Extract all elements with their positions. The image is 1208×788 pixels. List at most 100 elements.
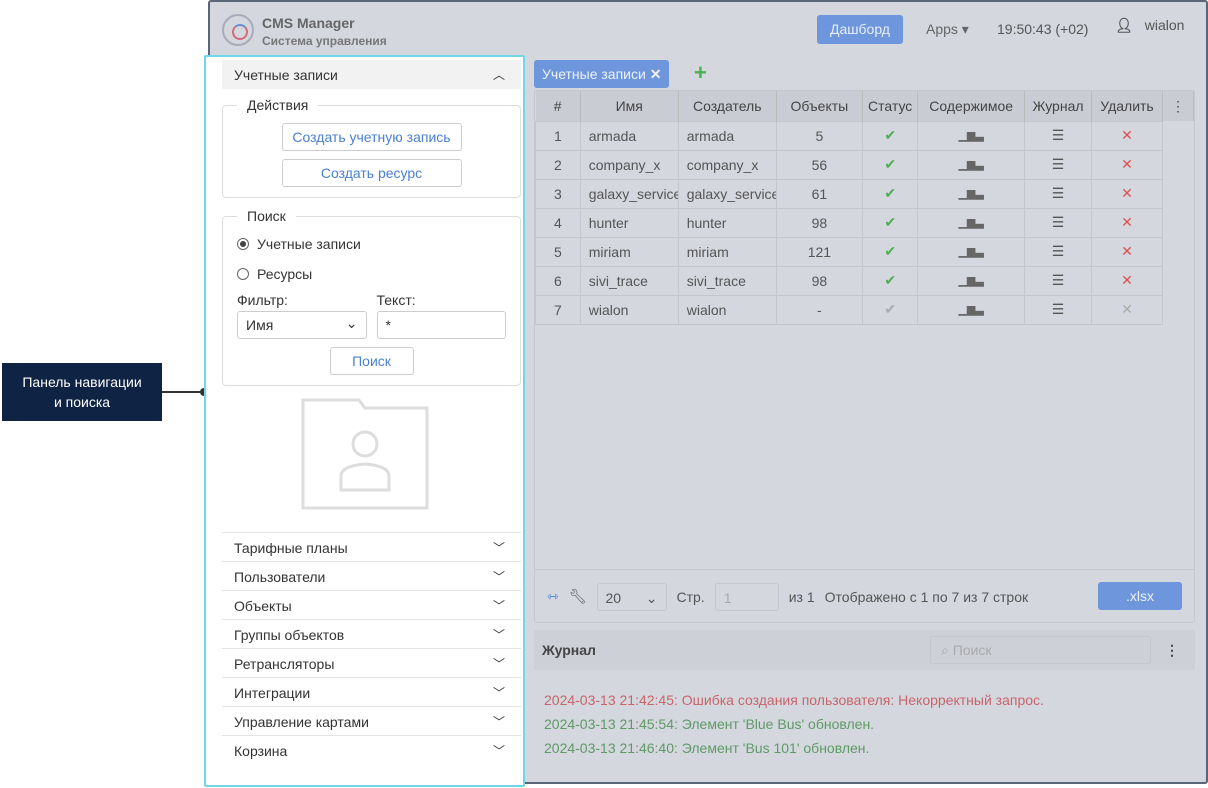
table-footer: ⇿ 🔧︎ 20 ⌄ Стр. 1 из 1 Отображено с 1 по … (535, 569, 1194, 623)
navigation-panel: Учетные записи ︿ Действия Создать учетную… (204, 55, 525, 787)
column-header[interactable]: Журнал (1024, 91, 1093, 121)
column-header[interactable]: Статус (862, 91, 919, 121)
table-row[interactable]: 1 armada armada 5 ✔ ▁▆▃ ☰ ✕ (535, 120, 1194, 151)
status-check-icon: ✔ (861, 149, 919, 180)
table-row[interactable]: 2 company_x company_x 56 ✔ ▁▆▃ ☰ ✕ (535, 149, 1194, 180)
section-item[interactable]: Объекты ﹀ (222, 590, 521, 619)
list-icon[interactable]: ☰ (1023, 265, 1093, 296)
section-label: Корзина (234, 743, 288, 759)
search-button[interactable]: Поиск (329, 347, 414, 375)
column-header[interactable]: Объекты (776, 91, 864, 121)
cell: 6 (535, 265, 581, 296)
column-header[interactable]: Создатель (678, 91, 777, 121)
section-item[interactable]: Группы объектов ﹀ (222, 619, 521, 648)
search-group: Поиск Учетные записи Ресурсы Фильтр: Имя ⌄… (222, 208, 521, 386)
delete-icon[interactable]: ✕ (1091, 236, 1163, 267)
cell: 7 (535, 294, 581, 325)
radio-accounts[interactable]: Учетные записи (237, 236, 506, 252)
delete-icon[interactable]: ✕ (1091, 178, 1163, 209)
delete-icon[interactable]: ✕ (1091, 265, 1163, 296)
column-header[interactable]: Удалить (1091, 91, 1163, 121)
chart-icon[interactable]: ▁▆▃ (917, 178, 1025, 209)
log-entry: 2024-03-13 21:42:45: Ошибка создания пол… (544, 692, 1044, 708)
rows-shown: Отображено с 1 по 7 из 7 строк (824, 588, 1029, 605)
cell: 3 (535, 178, 581, 209)
page-size-select[interactable]: 20 ⌄ (596, 582, 667, 611)
table-row[interactable]: 4 hunter hunter 98 ✔ ▁▆▃ ☰ ✕ (535, 207, 1194, 238)
apps-menu[interactable]: Apps ▾ (926, 21, 969, 38)
table-row[interactable]: 7 wialon wialon - ✔ ▁▆▃ ☰ ✕ (535, 294, 1194, 325)
chevron-down-icon: ﹀ (492, 541, 505, 555)
section-item[interactable]: Интеграции ﹀ (222, 677, 521, 706)
filter-select[interactable]: Имя ⌄ (237, 311, 367, 339)
radio-label: Ресурсы (257, 266, 313, 282)
section-item[interactable]: Корзина ﹀ (222, 735, 521, 764)
journal-log: 2024-03-13 21:42:45: Ошибка создания пол… (544, 688, 1044, 760)
journal-search-input[interactable]: ⌕ Поиск (930, 636, 1151, 664)
cell: 121 (775, 236, 864, 267)
app-subtitle: Система управления (262, 34, 387, 48)
section-item[interactable]: Ретрансляторы ﹀ (222, 648, 521, 677)
page-input[interactable]: 1 (714, 582, 779, 611)
column-menu-icon[interactable]: ⋮ (1162, 91, 1195, 121)
chart-icon[interactable]: ▁▆▃ (917, 149, 1025, 180)
add-tab-button[interactable]: + (694, 60, 707, 86)
chart-icon[interactable]: ▁▆▃ (917, 294, 1025, 325)
resize-icon[interactable]: ⇿ (547, 588, 559, 605)
log-entry: 2024-03-13 21:46:40: Элемент 'Bus 101' о… (544, 740, 870, 756)
tab-accounts[interactable]: Учетные записи ✕ (534, 60, 670, 88)
text-label: Текст: (376, 292, 416, 308)
list-icon[interactable]: ☰ (1023, 236, 1093, 267)
section-item[interactable]: Управление картами ﹀ (222, 706, 521, 735)
more-icon[interactable]: ⋮ (1165, 642, 1179, 659)
search-placeholder: Поиск (952, 642, 992, 658)
close-icon[interactable]: ✕ (650, 66, 662, 82)
cell: galaxy_service (677, 178, 777, 209)
export-xlsx-button[interactable]: .xlsx (1098, 582, 1182, 610)
column-header[interactable]: # (535, 91, 581, 121)
section-label: Объекты (234, 598, 292, 614)
table-row[interactable]: 6 sivi_trace sivi_trace 98 ✔ ▁▆▃ ☰ ✕ (535, 265, 1194, 296)
table-row[interactable]: 3 galaxy_service galaxy_service 61 ✔ ▁▆▃ ☰ ✕ (535, 178, 1194, 209)
user-icon: 👤︎ (1115, 17, 1133, 33)
list-icon[interactable]: ☰ (1023, 120, 1093, 151)
column-header[interactable]: Имя (580, 91, 679, 121)
chart-icon[interactable]: ▁▆▃ (917, 236, 1025, 267)
column-header[interactable]: Содержимое (917, 91, 1025, 121)
cell: 61 (775, 178, 864, 209)
text-input[interactable]: * (376, 311, 506, 339)
list-icon[interactable]: ☰ (1023, 178, 1093, 209)
cell: sivi_trace (677, 265, 777, 296)
journal-title: Журнал (542, 642, 596, 658)
cell: galaxy_service (579, 178, 679, 209)
section-label: Тарифные планы (234, 540, 348, 556)
dashboard-button[interactable]: Дашборд (817, 15, 903, 44)
list-icon[interactable]: ☰ (1023, 207, 1093, 238)
chart-icon[interactable]: ▁▆▃ (917, 265, 1025, 296)
cell: 5 (775, 120, 864, 151)
status-check-icon: ✔ (861, 178, 919, 209)
list-icon[interactable]: ☰ (1023, 149, 1093, 180)
section-accounts[interactable]: Учетные записи ︿ (222, 60, 521, 89)
section-item[interactable]: Тарифные планы ﹀ (222, 532, 521, 561)
user-menu[interactable]: 👤︎ wialon (1115, 17, 1184, 34)
delete-icon[interactable]: ✕ (1091, 294, 1163, 325)
section-label: Ретрансляторы (234, 656, 335, 672)
page-count: из 1 (788, 588, 815, 605)
delete-icon[interactable]: ✕ (1091, 207, 1163, 238)
delete-icon[interactable]: ✕ (1091, 120, 1163, 151)
table-row[interactable]: 5 miriam miriam 121 ✔ ▁▆▃ ☰ ✕ (535, 236, 1194, 267)
chart-icon[interactable]: ▁▆▃ (917, 120, 1025, 151)
create-account-button[interactable]: Создать учетную запись (281, 123, 462, 151)
create-resource-button[interactable]: Создать ресурс (281, 159, 462, 187)
delete-icon[interactable]: ✕ (1091, 149, 1163, 180)
radio-resources[interactable]: Ресурсы (237, 266, 506, 282)
chevron-down-icon: ﹀ (492, 570, 505, 584)
filter-label: Фильтр: (237, 292, 288, 308)
status-check-icon: ✔ (861, 294, 919, 325)
list-icon[interactable]: ☰ (1023, 294, 1093, 325)
cell: 98 (775, 265, 864, 296)
section-item[interactable]: Пользователи ﹀ (222, 561, 521, 590)
chart-icon[interactable]: ▁▆▃ (917, 207, 1025, 238)
wrench-icon[interactable]: 🔧︎ (569, 588, 587, 605)
